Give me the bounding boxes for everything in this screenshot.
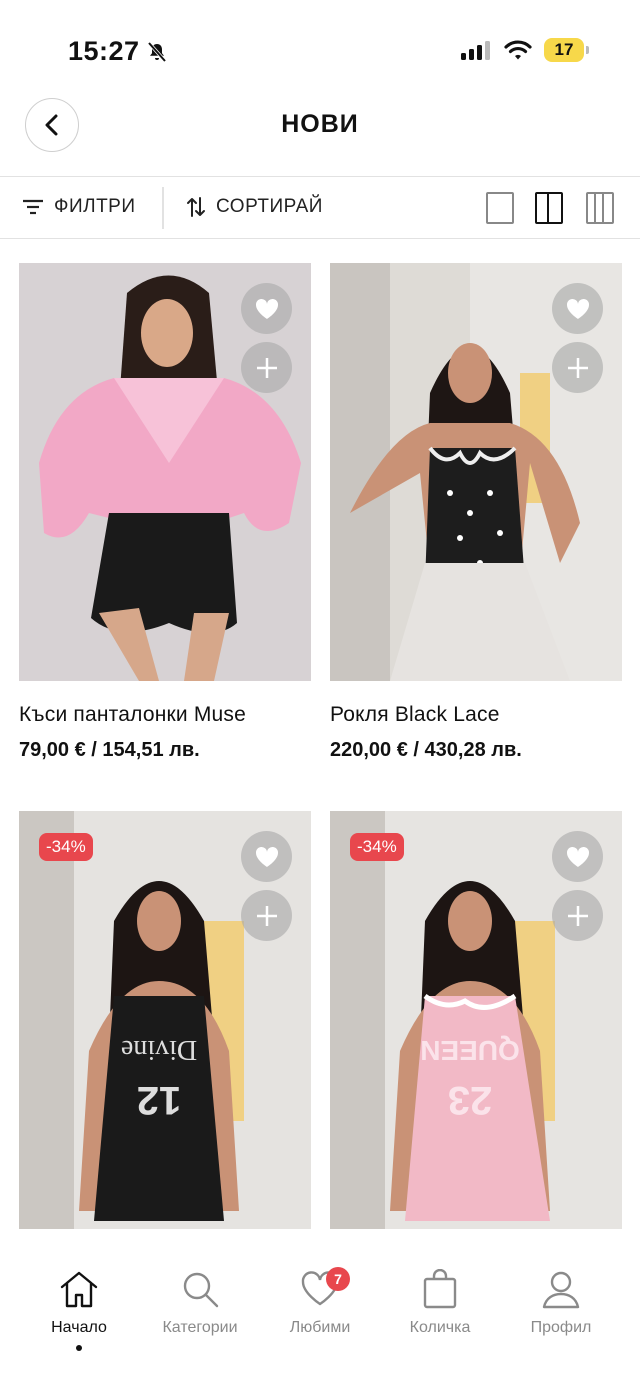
heart-icon <box>255 846 278 867</box>
view-two-column-button[interactable] <box>535 192 563 224</box>
battery-level: 17 <box>554 40 574 59</box>
product-card[interactable]: QUEEN 23 -34% <box>330 811 622 1229</box>
signal-icon <box>461 41 490 60</box>
battery-icon: 17 <box>544 38 589 62</box>
plus-icon <box>567 905 588 926</box>
home-icon <box>19 1267 139 1311</box>
filter-icon <box>23 199 43 215</box>
status-time: 15:27 <box>68 36 168 67</box>
product-image[interactable]: QUEEN 23 -34% <box>330 811 622 1229</box>
favorite-button[interactable] <box>241 831 292 882</box>
clock-text: 15:27 <box>68 36 140 66</box>
favorites-count-badge: 7 <box>326 1267 350 1291</box>
add-to-cart-button[interactable] <box>241 342 292 393</box>
nav-item-profile[interactable]: Профил <box>501 1267 621 1337</box>
product-name[interactable]: Рокля Black Lace <box>330 703 622 727</box>
toolbar: ФИЛТРИ СОРТИРАЙ <box>0 176 640 239</box>
product-name[interactable]: Къси панталонки Muse <box>19 703 311 727</box>
favorite-button[interactable] <box>552 283 603 334</box>
add-to-cart-button[interactable] <box>552 890 603 941</box>
add-to-cart-button[interactable] <box>241 890 292 941</box>
product-card[interactable]: Къси панталонки Muse 79,00 € / 154,51 лв… <box>19 263 311 762</box>
header: НОВИ <box>0 96 640 176</box>
bottom-nav: Начало Категории 7 Любими Количка Профил <box>0 1229 640 1391</box>
product-image[interactable] <box>19 263 311 681</box>
plus-icon <box>256 357 277 378</box>
filter-button[interactable]: ФИЛТРИ <box>22 177 136 237</box>
nav-item-cart[interactable]: Количка <box>380 1267 500 1337</box>
nav-label-categories: Категории <box>162 1319 238 1336</box>
add-to-cart-button[interactable] <box>552 342 603 393</box>
svg-text:12: 12 <box>137 1078 182 1122</box>
discount-badge: -34% <box>350 833 404 861</box>
active-indicator <box>76 1345 82 1351</box>
heart-icon <box>255 298 278 319</box>
status-indicators: 17 <box>460 38 589 62</box>
nav-label-profile: Профил <box>530 1319 592 1336</box>
page-title: НОВИ <box>281 110 359 138</box>
nav-label-home: Начало <box>51 1319 107 1336</box>
discount-badge: -34% <box>39 833 93 861</box>
view-three-column-button[interactable] <box>586 192 614 224</box>
product-price: 79,00 € / 154,51 лв. <box>19 739 200 761</box>
heart-icon: 7 <box>260 1267 380 1311</box>
svg-text:QUEEN: QUEEN <box>420 1035 520 1066</box>
plus-icon <box>256 905 277 926</box>
product-card[interactable]: Рокля Black Lace 220,00 € / 430,28 лв. <box>330 263 622 762</box>
sort-icon <box>187 197 205 217</box>
search-icon <box>140 1267 260 1311</box>
wifi-icon <box>504 40 532 60</box>
sort-label: СОРТИРАЙ <box>216 196 323 217</box>
user-icon <box>501 1267 621 1311</box>
product-image[interactable] <box>330 263 622 681</box>
product-image[interactable]: Divine 12 -34% <box>19 811 311 1229</box>
svg-text:Divine: Divine <box>121 1034 197 1065</box>
nav-item-categories[interactable]: Категории <box>140 1267 260 1337</box>
plus-icon <box>567 357 588 378</box>
svg-text:23: 23 <box>448 1078 493 1122</box>
heart-icon <box>566 298 589 319</box>
filter-label: ФИЛТРИ <box>54 196 136 217</box>
nav-item-home[interactable]: Начало <box>19 1267 139 1351</box>
nav-label-cart: Количка <box>409 1319 471 1336</box>
silent-bell-icon <box>147 41 166 62</box>
product-card[interactable]: Divine 12 -34% <box>19 811 311 1229</box>
product-price: 220,00 € / 430,28 лв. <box>330 739 522 761</box>
view-single-column-button[interactable] <box>486 192 514 224</box>
bag-icon <box>380 1267 500 1311</box>
nav-label-favorites: Любими <box>289 1319 351 1336</box>
heart-icon <box>566 846 589 867</box>
status-bar: 15:27 17 <box>0 0 640 100</box>
sort-button[interactable]: СОРТИРАЙ <box>186 177 323 237</box>
favorite-button[interactable] <box>241 283 292 334</box>
favorite-button[interactable] <box>552 831 603 882</box>
toolbar-divider <box>162 187 164 229</box>
nav-item-favorites[interactable]: 7 Любими <box>260 1267 380 1337</box>
